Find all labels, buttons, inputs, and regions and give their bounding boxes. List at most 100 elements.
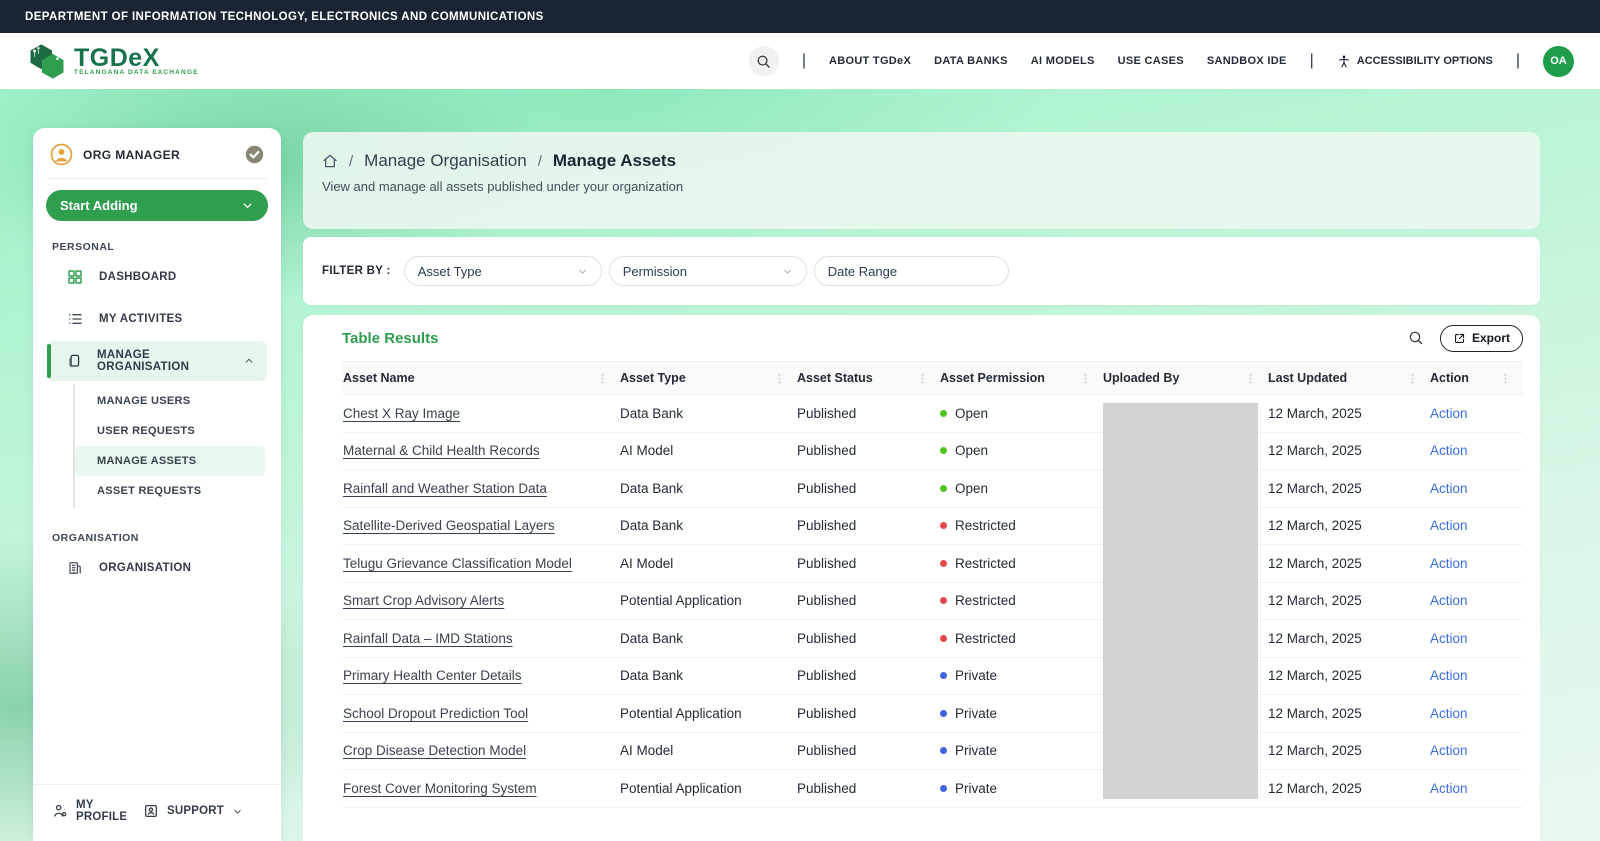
action-link[interactable]: Action (1430, 593, 1468, 608)
user-avatar[interactable]: OA (1543, 46, 1574, 77)
action-cell: Action (1430, 593, 1523, 608)
column-header[interactable]: Action ⋮ (1430, 371, 1523, 385)
divider: | (1310, 52, 1314, 70)
sidebar: ORG MANAGER Start Adding PERSONAL DASHBO… (33, 128, 281, 841)
asset-name-link[interactable]: Telugu Grievance Classification Model (343, 556, 572, 571)
sidebar-item-dashboard[interactable]: DASHBOARD (47, 257, 267, 297)
header-search-button[interactable] (749, 46, 779, 76)
action-link[interactable]: Action (1430, 406, 1468, 421)
permission-dot (940, 672, 947, 679)
header-nav-item[interactable]: SANDBOX IDE (1207, 55, 1287, 67)
asset-name-link[interactable]: Primary Health Center Details (343, 668, 522, 683)
sidebar-footer: MY PROFILE SUPPORT (33, 784, 281, 841)
permission-label: Open (955, 406, 988, 421)
export-icon (1453, 332, 1466, 345)
column-menu-icon[interactable]: ⋮ (1500, 372, 1511, 385)
column-menu-icon[interactable]: ⋮ (597, 372, 608, 385)
building-icon (67, 560, 84, 576)
asset-name-link[interactable]: Forest Cover Monitoring System (343, 781, 537, 796)
tgdex-logo[interactable]: TGDeX TELANGANA DATA EXCHANGE (26, 43, 199, 80)
sidebar-item-manage-organisation[interactable]: MANAGE ORGANISATION (47, 341, 267, 381)
sidebar-item-label: MY ACTIVITES (99, 313, 182, 325)
column-header[interactable]: Asset Status ⋮ (797, 371, 940, 385)
action-link[interactable]: Action (1430, 443, 1468, 458)
column-header[interactable]: Asset Type ⋮ (620, 371, 797, 385)
last-updated-cell: 12 March, 2025 (1268, 443, 1430, 458)
asset-name-link[interactable]: Smart Crop Advisory Alerts (343, 593, 504, 608)
permission-dot (940, 485, 947, 492)
action-link[interactable]: Action (1430, 481, 1468, 496)
sidebar-subitem[interactable]: ASSET REQUESTS (75, 476, 265, 506)
column-menu-icon[interactable]: ⋮ (1245, 372, 1256, 385)
filter-by-label: FILTER BY : (322, 265, 391, 277)
column-menu-icon[interactable]: ⋮ (774, 372, 785, 385)
asset-type-cell: Data Bank (620, 668, 797, 683)
permission-dropdown[interactable]: Permission (609, 256, 807, 286)
asset-name-link[interactable]: Chest X Ray Image (343, 406, 460, 421)
column-menu-icon[interactable]: ⋮ (917, 372, 928, 385)
action-cell: Action (1430, 743, 1523, 758)
permission-dot (940, 710, 947, 717)
action-link[interactable]: Action (1430, 556, 1468, 571)
activities-list-icon (67, 311, 84, 327)
support-icon (143, 803, 159, 819)
asset-name-link[interactable]: Rainfall and Weather Station Data (343, 481, 547, 496)
chevron-down-icon (232, 806, 243, 817)
action-link[interactable]: Action (1430, 706, 1468, 721)
home-icon[interactable] (322, 153, 338, 169)
column-header[interactable]: Uploaded By ⋮ (1103, 371, 1268, 385)
date-range-input[interactable]: Date Range (814, 256, 1009, 286)
column-header[interactable]: Last Updated ⋮ (1268, 371, 1430, 385)
action-link[interactable]: Action (1430, 518, 1468, 533)
sidebar-subitem[interactable]: USER REQUESTS (75, 416, 265, 446)
permission-dot (940, 785, 947, 792)
asset-status-cell: Published (797, 518, 940, 533)
asset-name-link[interactable]: Crop Disease Detection Model (343, 743, 526, 758)
table-results-title: Table Results (342, 330, 438, 347)
sidebar-subitem[interactable]: MANAGE USERS (75, 386, 265, 416)
column-menu-icon[interactable]: ⋮ (1407, 372, 1418, 385)
asset-name-link[interactable]: Satellite-Derived Geospatial Layers (343, 518, 555, 533)
chevron-up-icon (243, 355, 255, 367)
export-button[interactable]: Export (1440, 325, 1523, 352)
action-link[interactable]: Action (1430, 668, 1468, 683)
start-adding-button[interactable]: Start Adding (46, 190, 268, 221)
header-nav-item[interactable]: DATA BANKS (934, 55, 1008, 67)
accessibility-options-button[interactable]: ACCESSIBILITY OPTIONS (1337, 54, 1493, 69)
header-nav-item[interactable]: ABOUT TGDeX (829, 55, 911, 67)
divider (47, 178, 267, 179)
asset-type-dropdown[interactable]: Asset Type (404, 256, 602, 286)
date-range-placeholder: Date Range (828, 264, 897, 279)
column-header-label: Asset Permission (940, 371, 1045, 385)
table-search-icon[interactable] (1408, 330, 1424, 346)
action-cell: Action (1430, 443, 1523, 458)
asset-name-link[interactable]: Maternal & Child Health Records (343, 443, 540, 458)
asset-name-link[interactable]: School Dropout Prediction Tool (343, 706, 528, 721)
asset-name-cell: Forest Cover Monitoring System (343, 781, 620, 796)
last-updated-cell: 12 March, 2025 (1268, 743, 1430, 758)
my-profile-button[interactable]: MY PROFILE (52, 799, 143, 823)
sidebar-item-my-activities[interactable]: MANAGE ORGANISATION MY ACTIVITES (47, 299, 267, 339)
column-header[interactable]: Asset Name ⋮ (343, 371, 620, 385)
asset-name-link[interactable]: Rainfall Data – IMD Stations (343, 631, 513, 646)
sidebar-item-organisation[interactable]: ORGANISATION (47, 548, 267, 588)
column-menu-icon[interactable]: ⋮ (1080, 372, 1091, 385)
permission-label: Private (955, 743, 997, 758)
asset-type-cell: Data Bank (620, 481, 797, 496)
action-link[interactable]: Action (1430, 631, 1468, 646)
column-header[interactable]: Asset Permission ⋮ (940, 371, 1103, 385)
header-nav-item[interactable]: USE CASES (1118, 55, 1184, 67)
asset-type-cell: AI Model (620, 443, 797, 458)
support-button[interactable]: SUPPORT (143, 803, 243, 819)
header-nav-item[interactable]: AI MODELS (1031, 55, 1095, 67)
permission-dot (940, 560, 947, 567)
role-label: ORG MANAGER (83, 148, 180, 162)
sidebar-subitem[interactable]: MANAGE ASSETS (75, 446, 265, 476)
dashboard-icon (67, 269, 84, 285)
breadcrumb-manage-organisation[interactable]: Manage Organisation (364, 151, 527, 171)
main-background: ORG MANAGER Start Adding PERSONAL DASHBO… (0, 89, 1600, 841)
action-link[interactable]: Action (1430, 743, 1468, 758)
asset-name-cell: School Dropout Prediction Tool (343, 706, 620, 721)
sidebar-subitem-label: MANAGE USERS (97, 395, 190, 407)
action-link[interactable]: Action (1430, 781, 1468, 796)
